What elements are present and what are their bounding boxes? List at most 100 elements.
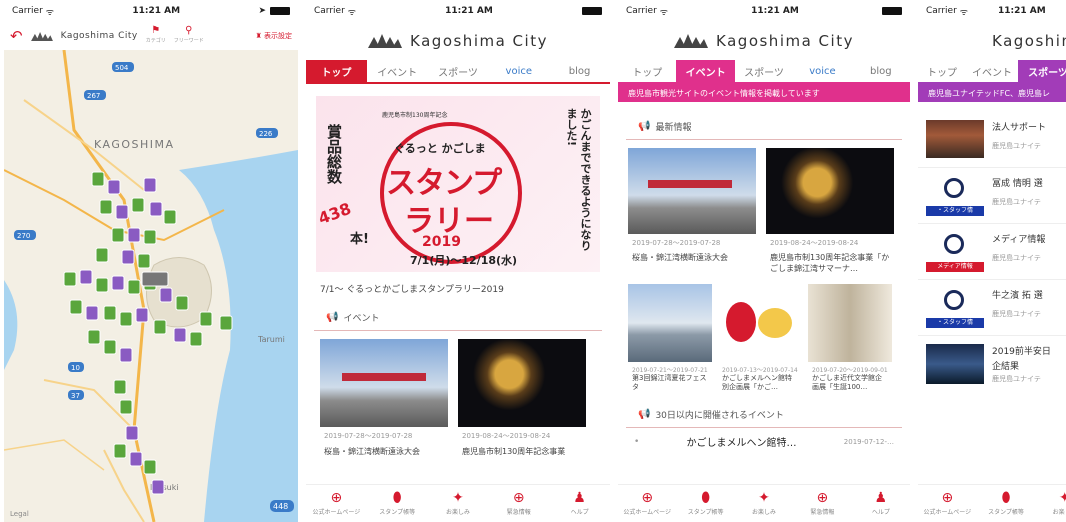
- nav-stamp[interactable]: ⬮ スタンプ帳等: [977, 485, 1036, 522]
- wifi-icon: ᯤ: [959, 7, 968, 18]
- globe-icon: ⊕: [330, 490, 343, 506]
- event-image-festival: [628, 284, 712, 362]
- search-button[interactable]: ⚲ フリーワード: [174, 26, 204, 46]
- tab-top[interactable]: トップ: [306, 60, 367, 82]
- event-screen: Carrier ᯤ 11:21 AM Kagoshima City トップ イベン…: [618, 0, 910, 522]
- carrier-label: Carrier: [926, 6, 957, 16]
- clock: 11:21 AM: [751, 6, 799, 16]
- list-item[interactable]: ・スタッフ情 牛之濱 拓 選鹿児島ユナイテ: [918, 280, 1066, 336]
- nav-stamp[interactable]: ⬮ スタンプ帳等: [676, 485, 734, 522]
- club-emblem-icon: [944, 290, 964, 310]
- map-screen: Carrier ᯤ 11:21 AM ➤ ↶ Kagoshima City ⚑ カテ…: [4, 0, 298, 522]
- tab-sports[interactable]: スポーツ: [1018, 60, 1066, 82]
- status-bar: Carrier ᯤ 11:21 AM ➤: [4, 0, 298, 22]
- top-screen: Carrier ᯤ 11:21 AM Kagoshima City トップ イベン…: [306, 0, 610, 522]
- banner-anniversary: 鹿児島市制130周年記念: [382, 112, 448, 119]
- tab-blog[interactable]: blog: [549, 60, 610, 82]
- upcoming-event-row[interactable]: • かごしまメルヘン館特… 2019-07-12-…: [618, 428, 910, 450]
- event-card[interactable]: 2019-07-20～2019-09-01 かごしま近代文学館企画展「生誕100…: [808, 284, 892, 392]
- city-logo-icon: [368, 34, 403, 48]
- event-card[interactable]: 2019-07-21～2019-07-21 第3回錦江湾夏花フェスタ: [628, 284, 712, 392]
- nav-help[interactable]: ♟ ヘルプ: [852, 485, 910, 522]
- banner-prize-count: 438: [316, 198, 354, 229]
- event-image-literature: [808, 284, 892, 362]
- nav-stamp[interactable]: ⬮ スタンプ帳等: [367, 485, 428, 522]
- banner-right-text: かごんまでできるようになりました!: [565, 108, 592, 251]
- tab-sports[interactable]: スポーツ: [428, 60, 489, 82]
- category-filter-button[interactable]: ⚑ カテゴリ: [146, 26, 166, 46]
- nav-fun[interactable]: ✦お楽しみ: [1035, 485, 1066, 522]
- list-item[interactable]: 法人サポート 鹿児島ユナイテ: [918, 112, 1066, 168]
- globe-icon: ⊕: [941, 490, 954, 506]
- nav-fun[interactable]: ✦お楽しみ: [428, 485, 489, 522]
- nav-fun[interactable]: ✦お楽しみ: [735, 485, 793, 522]
- upcoming-bullet: •: [634, 436, 640, 447]
- nav-official-site[interactable]: ⊕ 公式ホームページ: [306, 485, 367, 522]
- map-pin-icon: ⬮: [392, 490, 402, 506]
- map-label-kagoshima: KAGOSHIMA: [94, 138, 175, 151]
- event-card[interactable]: 2019-08-24～2019-08-24 鹿児島市制130周年記念事業: [458, 339, 586, 457]
- section-header-events: 📢 イベント: [314, 305, 602, 331]
- help-person-icon: ♟: [573, 490, 586, 506]
- party-icon: ✦: [1058, 490, 1066, 506]
- list-item[interactable]: ・スタッフ情 冨成 情明 選鹿児島ユナイテ: [918, 168, 1066, 224]
- news-thumb: [926, 344, 984, 384]
- stamp-rally-banner[interactable]: 賞品総数 438 本! 鹿児島市制130周年記念 ぐるっと かごしま スタンプ …: [316, 96, 600, 272]
- tab-sports[interactable]: スポーツ: [735, 60, 793, 82]
- tab-voice[interactable]: voice: [793, 60, 851, 82]
- more-events: 2019-07-21～2019-07-21 第3回錦江湾夏花フェスタ 2019-…: [618, 274, 910, 392]
- club-emblem-icon: [944, 178, 964, 198]
- map-view[interactable]: KAGOSHIMA Tarumi Ibusuki Legal 504 267 2…: [4, 49, 298, 522]
- event-info-banner: 鹿児島市観光サイトのイベント情報を掲載しています: [618, 84, 910, 102]
- party-icon: ✦: [452, 490, 464, 506]
- nav-official-site[interactable]: ⊕ 公式ホームページ: [918, 485, 977, 522]
- status-bar: Carrier ᯤ 11:21 AM: [618, 0, 910, 22]
- road-badge-3: 10: [71, 364, 80, 372]
- map-label-legal: Legal: [10, 510, 29, 518]
- nav-official-site[interactable]: ⊕ 公式ホームページ: [618, 485, 676, 522]
- list-item[interactable]: メディア情報 メディア情報 鹿児島ユナイテ: [918, 224, 1066, 280]
- road-badge-1: 267: [87, 92, 100, 100]
- road-badge-2: 270: [17, 232, 30, 240]
- status-bar: Carrier ᯤ 11:21 AM: [306, 0, 610, 22]
- event-image-fireworks: [458, 339, 586, 427]
- event-card[interactable]: 2019-07-13～2019-07-14 かごしまメルヘン館特別企画展「かご…: [718, 284, 802, 392]
- battery-icon: [581, 7, 602, 15]
- tab-event[interactable]: イベント: [676, 60, 735, 82]
- map-canvas[interactable]: KAGOSHIMA Tarumi Ibusuki Legal 504 267 2…: [4, 49, 298, 522]
- megaphone-icon: 📢: [326, 312, 339, 323]
- upcoming-title: かごしまメルヘン館特…: [686, 438, 797, 449]
- banner-caption[interactable]: 7/1～ ぐるっとかごしまスタンプラリー2019: [306, 272, 610, 305]
- back-arrow-icon[interactable]: ↶: [10, 27, 23, 45]
- clock: 11:21 AM: [445, 6, 493, 16]
- nav-help[interactable]: ♟ ヘルプ: [549, 485, 610, 522]
- display-settings-button[interactable]: ♜ 表示設定: [255, 31, 292, 41]
- location-arrow-icon: ➤: [258, 6, 266, 16]
- event-card[interactable]: 2019-07-28～2019-07-28 桜島・錦江湾横断遠泳大会: [628, 148, 756, 274]
- tab-event[interactable]: イベント: [966, 60, 1018, 82]
- app-header: Kagoshima City: [306, 22, 610, 60]
- tab-voice[interactable]: voice: [488, 60, 549, 82]
- tab-event[interactable]: イベント: [367, 60, 428, 82]
- event-card[interactable]: 2019-07-28～2019-07-28 桜島・錦江湾横断遠泳大会: [320, 339, 448, 457]
- battery-icon: [270, 7, 290, 15]
- banner-prize-unit: 本!: [350, 232, 369, 247]
- banner-year: 2019: [422, 234, 461, 250]
- event-card[interactable]: 2019-08-24～2019-08-24 鹿児島市制130周年記念事業「かごし…: [766, 148, 894, 274]
- emergency-icon: ⊕: [512, 490, 525, 506]
- tab-top[interactable]: トップ: [918, 60, 966, 82]
- wifi-icon: ᯤ: [659, 7, 668, 18]
- tab-blog[interactable]: blog: [852, 60, 910, 82]
- toolbar-brand: Kagoshima City: [60, 31, 138, 41]
- road-badge-5: 226: [259, 130, 273, 138]
- nav-emergency[interactable]: ⊕ 緊急情報: [488, 485, 549, 522]
- list-item[interactable]: 2019前半安日 企結果 鹿児島ユナイテ: [918, 336, 1066, 392]
- nav-emergency[interactable]: ⊕ 緊急情報: [793, 485, 851, 522]
- tab-bar: トップ イベント スポーツ voice blog: [306, 60, 610, 84]
- road-badge-0: 504: [115, 64, 129, 72]
- map-label-tarumi: Tarumi: [257, 335, 285, 344]
- banner-line1: ぐるっと かごしま: [394, 142, 486, 155]
- event-image-fireworks: [766, 148, 894, 234]
- status-bar: Carrier ᯤ 11:21 AM: [918, 0, 1066, 22]
- tab-top[interactable]: トップ: [618, 60, 676, 82]
